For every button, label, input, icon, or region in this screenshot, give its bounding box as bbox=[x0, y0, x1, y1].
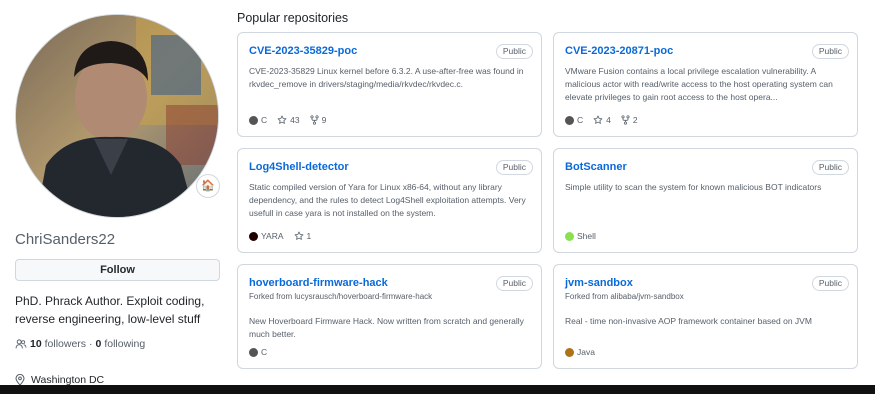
repo-language: C bbox=[249, 115, 267, 125]
forks-count: 2 bbox=[632, 115, 638, 125]
followers-link[interactable]: 10 followers bbox=[30, 338, 86, 350]
repo-language: C bbox=[565, 115, 583, 125]
star-icon bbox=[277, 115, 287, 124]
repo-description: CVE-2023-35829 Linux kernel before 6.3.2… bbox=[249, 66, 524, 89]
bottom-bar bbox=[0, 385, 875, 394]
repo-card: Log4Shell-detector Public Static compiled … bbox=[237, 148, 542, 253]
repo-description: VMware Fusion contains a local privilege… bbox=[565, 66, 833, 102]
language-name: Shell bbox=[577, 231, 596, 241]
repo-description: Static compiled version of Yara for Linu… bbox=[249, 182, 526, 218]
popular-repos-title: Popular repositories bbox=[237, 11, 349, 25]
language-name: Java bbox=[577, 347, 595, 357]
repo-description: Real - time non-invasive AOP framework c… bbox=[565, 316, 812, 326]
repo-meta: Shell bbox=[565, 231, 596, 241]
fork-icon bbox=[310, 115, 319, 125]
repo-language: Shell bbox=[565, 231, 596, 241]
language-name: C bbox=[261, 347, 268, 357]
forks-count: 9 bbox=[321, 115, 327, 125]
visibility-badge: Public bbox=[495, 44, 533, 59]
repo-meta: Java bbox=[565, 347, 595, 357]
repo-meta: YARA 1 bbox=[249, 231, 311, 241]
username: ChriSanders22 bbox=[15, 231, 116, 248]
avatar[interactable] bbox=[15, 14, 219, 218]
visibility-badge: Public bbox=[495, 160, 533, 175]
profile-bio: PhD. Phrack Author. Exploit coding, reve… bbox=[15, 294, 205, 326]
follow-button[interactable]: Follow bbox=[15, 259, 220, 281]
status-emoji-button[interactable]: 🏠 bbox=[196, 174, 220, 198]
repo-description: Simple utility to scan the system for kn… bbox=[565, 182, 822, 192]
repo-card: hoverboard-firmware-hack Public Forked fro… bbox=[237, 264, 542, 369]
forked-from: Forked from lucysrausch/hoverboard-firmw… bbox=[249, 292, 433, 301]
visibility-badge: Public bbox=[811, 44, 849, 59]
forks-link[interactable]: 9 bbox=[310, 115, 327, 125]
avatar-image bbox=[16, 15, 218, 217]
separator: · bbox=[89, 338, 93, 350]
language-name: YARA bbox=[261, 231, 284, 241]
repo-language: YARA bbox=[249, 231, 284, 241]
visibility-badge: Public bbox=[811, 276, 849, 291]
following-count: 0 bbox=[95, 338, 102, 350]
following-link[interactable]: 0 following bbox=[96, 338, 146, 350]
repo-name-link[interactable]: Log4Shell-detector bbox=[249, 161, 349, 173]
language-color-dot bbox=[565, 347, 574, 357]
repo-card: BotScanner Public Simple utility to scan t… bbox=[553, 148, 858, 253]
language-color-dot bbox=[565, 231, 574, 241]
following-label: following bbox=[104, 338, 146, 350]
follow-stats: 10 followers · 0 following bbox=[15, 338, 145, 350]
repo-name-link[interactable]: hoverboard-firmware-hack bbox=[249, 277, 388, 289]
repo-meta: C 4 2 bbox=[565, 115, 638, 125]
repo-name-link[interactable]: CVE-2023-20871-poc bbox=[565, 45, 673, 57]
people-icon bbox=[15, 339, 27, 349]
star-icon bbox=[593, 115, 603, 124]
repo-card: CVE-2023-35829-poc Public CVE-2023-35829 L… bbox=[237, 32, 542, 137]
language-color-dot bbox=[249, 231, 258, 241]
visibility-badge: Public bbox=[495, 276, 533, 291]
stars-count: 1 bbox=[306, 231, 312, 241]
forks-link[interactable]: 2 bbox=[621, 115, 638, 125]
stars-link[interactable]: 43 bbox=[277, 115, 300, 125]
repo-name-link[interactable]: jvm-sandbox bbox=[565, 277, 633, 289]
repo-card: jvm-sandbox Public Forked from alibaba/jvm… bbox=[553, 264, 858, 369]
repo-meta: C 43 9 bbox=[249, 115, 326, 125]
repo-card: CVE-2023-20871-poc Public VMware Fusion co… bbox=[553, 32, 858, 137]
star-icon bbox=[294, 231, 303, 240]
language-name: C bbox=[261, 115, 268, 125]
stars-count: 43 bbox=[290, 115, 300, 125]
forked-from: Forked from alibaba/jvm-sandbox bbox=[565, 292, 684, 301]
stars-link[interactable]: 1 bbox=[294, 231, 312, 241]
followers-label: followers bbox=[44, 338, 87, 350]
house-icon: 🏠 bbox=[201, 179, 215, 192]
stars-link[interactable]: 4 bbox=[593, 115, 611, 125]
stars-count: 4 bbox=[606, 115, 611, 125]
avatar-container: 🏠 bbox=[15, 14, 220, 218]
language-color-dot bbox=[249, 115, 258, 125]
visibility-badge: Public bbox=[811, 160, 849, 175]
followers-count: 10 bbox=[30, 338, 42, 350]
repo-language: Java bbox=[565, 347, 595, 357]
repo-language: C bbox=[249, 347, 267, 357]
fork-icon bbox=[621, 115, 630, 125]
language-color-dot bbox=[565, 115, 574, 125]
repo-description: New Hoverboard Firmware Hack. Now writte… bbox=[249, 316, 524, 339]
language-name: C bbox=[577, 115, 584, 125]
profile-sidebar: 🏠 ChriSanders22 Follow PhD. Phrack Autho… bbox=[15, 14, 221, 386]
language-color-dot bbox=[249, 347, 258, 357]
repo-name-link[interactable]: BotScanner bbox=[565, 161, 627, 173]
repo-name-link[interactable]: CVE-2023-35829-poc bbox=[249, 45, 357, 57]
repo-meta: C bbox=[249, 347, 267, 357]
